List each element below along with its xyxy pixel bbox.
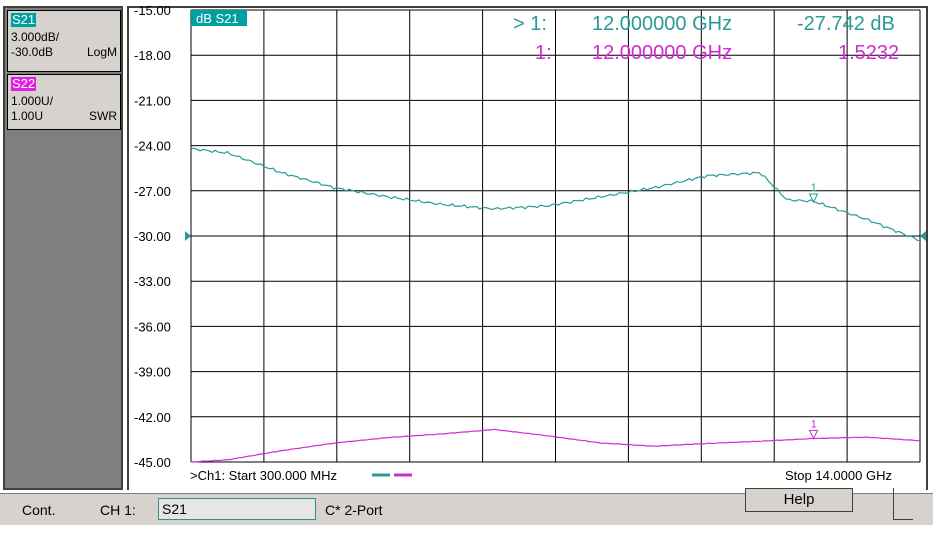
stop-frequency-label: Stop 14.0000 GHz	[785, 468, 892, 483]
marker-triangle	[808, 429, 819, 440]
status-indicator	[893, 488, 913, 520]
active-trace-label: dB S21	[196, 11, 239, 26]
reference-level-arrow	[920, 231, 926, 241]
plot-svg: -15.00 -18.00 -21.00 -24.00 -27.00 -30.00 -33.…	[134, 3, 926, 483]
y-tick-label: -39.00	[134, 365, 171, 380]
marker1-value-s22: 1.5232	[838, 42, 899, 64]
plot-grid	[190, 9, 921, 463]
marker1-prefix-s21: > 1:	[513, 13, 547, 35]
marker-number: 1	[811, 418, 817, 430]
channel-label: CH 1:	[100, 502, 136, 518]
marker1-value-s21: -27.742 dB	[797, 13, 895, 35]
y-tick-label: -21.00	[134, 93, 171, 108]
marker1-frequency-s22: 12.000000 GHz	[592, 42, 732, 64]
y-tick-label: -30.00	[134, 229, 171, 244]
marker-number: 1	[811, 182, 817, 194]
marker1-prefix-s22: 1:	[535, 42, 552, 64]
y-tick-label: -42.00	[134, 410, 171, 425]
y-tick-label: -45.00	[134, 455, 171, 470]
y-tick-label: -33.00	[134, 274, 171, 289]
sweep-mode-label[interactable]: Cont.	[22, 502, 55, 518]
calibration-label: C* 2-Port	[325, 502, 383, 518]
y-tick-label: -27.00	[134, 184, 171, 199]
y-tick-label: -15.00	[134, 3, 171, 18]
status-bar: Cont. CH 1: S21 C* 2-Port Help	[0, 488, 933, 525]
y-tick-label: -18.00	[134, 48, 171, 63]
vna-window: S21 3.000dB/ -30.0dB LogM S22 1.000U/ 1.…	[0, 0, 933, 540]
measurement-field[interactable]: S21	[158, 498, 316, 520]
y-tick-labels: -15.00 -18.00 -21.00 -24.00 -27.00 -30.00 -33.…	[134, 3, 171, 470]
marker-triangle	[808, 193, 819, 204]
y-tick-label: -24.00	[134, 139, 171, 154]
help-button[interactable]: Help	[745, 488, 853, 512]
marker1-frequency-s21: 12.000000 GHz	[592, 13, 732, 35]
reference-level-arrow	[185, 231, 191, 241]
start-frequency-label: >Ch1: Start 300.000 MHz	[190, 468, 337, 483]
y-tick-label: -36.00	[134, 319, 171, 334]
